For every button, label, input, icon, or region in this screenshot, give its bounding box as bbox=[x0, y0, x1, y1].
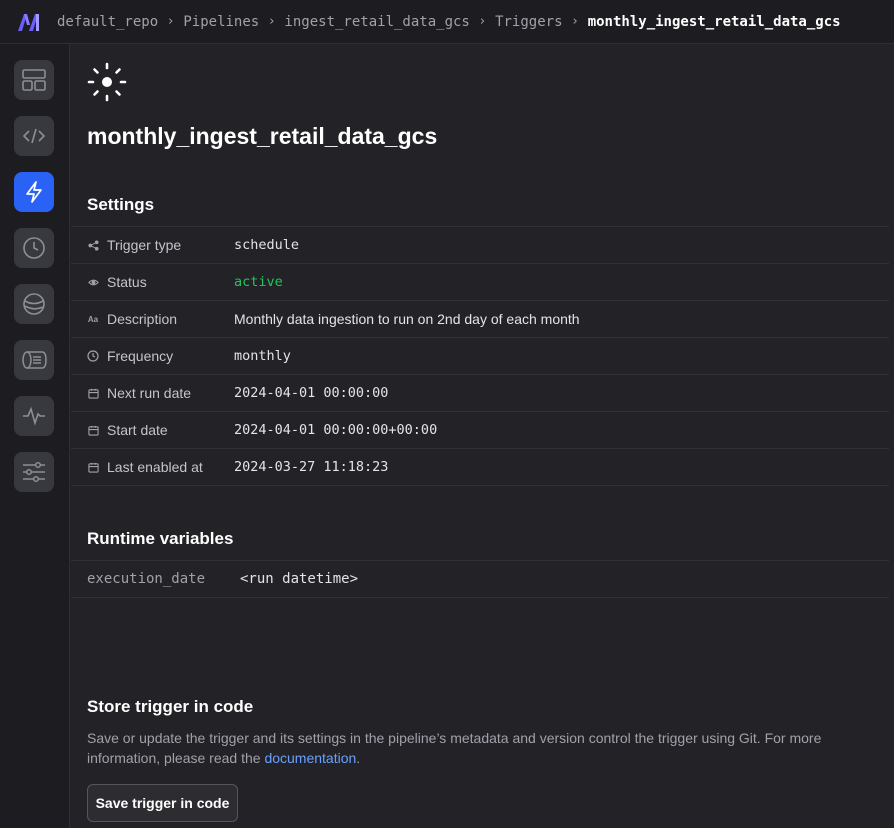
top-bar: default_repo › Pipelines › ingest_retail… bbox=[0, 0, 894, 44]
start-date-value: 2024-04-01 00:00:00+00:00 bbox=[234, 422, 438, 438]
start-date-label: Start date bbox=[107, 422, 168, 438]
status-value: active bbox=[234, 274, 283, 290]
settings-row-status: Status active bbox=[71, 264, 889, 301]
status-label: Status bbox=[107, 274, 147, 290]
settings-heading: Settings bbox=[87, 195, 155, 214]
runtime-variables-heading: Runtime variables bbox=[87, 529, 234, 548]
status-icon bbox=[87, 276, 99, 288]
sidebar-item-triggers[interactable] bbox=[14, 172, 54, 212]
sidebar-item-runs[interactable] bbox=[14, 228, 54, 268]
sidebar-item-backfills[interactable] bbox=[14, 284, 54, 324]
mage-logo-icon[interactable] bbox=[10, 0, 48, 44]
store-trigger-heading: Store trigger in code bbox=[87, 697, 254, 716]
settings-row-frequency: Frequency monthly bbox=[71, 338, 889, 375]
sidebar-item-settings[interactable] bbox=[14, 452, 54, 492]
frequency-label: Frequency bbox=[107, 348, 174, 364]
save-trigger-in-code-button[interactable]: Save trigger in code bbox=[87, 784, 238, 822]
lightning-icon bbox=[26, 181, 42, 203]
clock-icon bbox=[23, 237, 45, 259]
schedule-sun-icon bbox=[87, 62, 127, 102]
text-icon: Aa bbox=[87, 314, 99, 324]
chevron-right-icon: › bbox=[479, 14, 486, 29]
settings-row-start-date: Start date 2024-04-01 00:00:00+00:00 bbox=[71, 412, 889, 449]
breadcrumb-pipelines[interactable]: Pipelines bbox=[183, 14, 259, 30]
runtime-variable-key: execution_date bbox=[87, 571, 206, 587]
settings-row-description: Aa Description Monthly data ingestion to… bbox=[71, 301, 889, 338]
chevron-right-icon: › bbox=[168, 14, 174, 29]
clock-icon bbox=[87, 350, 99, 362]
page-title: monthly_ingest_retail_data_gcs bbox=[87, 123, 438, 149]
sidebar-item-monitor[interactable] bbox=[14, 396, 54, 436]
store-description-text: Save or update the trigger and its setti… bbox=[87, 730, 822, 766]
settings-row-next-run-date: Next run date 2024-04-01 00:00:00 bbox=[71, 375, 889, 412]
documentation-link[interactable]: documentation bbox=[264, 750, 356, 766]
breadcrumb-pipeline[interactable]: ingest_retail_data_gcs bbox=[284, 14, 469, 30]
frequency-value: monthly bbox=[234, 348, 291, 364]
sidebar-item-edit[interactable] bbox=[14, 116, 54, 156]
settings-table: Trigger type schedule Status active Aa D… bbox=[71, 226, 889, 486]
globe-icon bbox=[23, 293, 45, 315]
store-trigger-description: Save or update the trigger and its setti… bbox=[87, 728, 847, 768]
breadcrumb-triggers[interactable]: Triggers bbox=[495, 14, 562, 30]
settings-row-last-enabled-at: Last enabled at 2024-03-27 11:18:23 bbox=[71, 449, 889, 486]
settings-row-trigger-type: Trigger type schedule bbox=[71, 227, 889, 264]
breadcrumb-current-trigger: monthly_ingest_retail_data_gcs bbox=[587, 13, 841, 30]
sidebar-item-logs[interactable] bbox=[14, 340, 54, 380]
breadcrumb-repo[interactable]: default_repo bbox=[57, 14, 158, 30]
chevron-right-icon: › bbox=[572, 14, 578, 29]
pulse-icon bbox=[23, 406, 45, 426]
runtime-variable-value: <run datetime> bbox=[240, 571, 359, 587]
description-label: Description bbox=[107, 311, 178, 327]
sidebar bbox=[0, 44, 70, 828]
chevron-right-icon: › bbox=[269, 14, 275, 29]
trigger-type-value: schedule bbox=[234, 237, 300, 253]
calendar-icon bbox=[87, 424, 99, 436]
breadcrumb: default_repo › Pipelines › ingest_retail… bbox=[57, 14, 841, 30]
runtime-variables-row: execution_date <run datetime> bbox=[71, 560, 889, 598]
next-run-date-value: 2024-04-01 00:00:00 bbox=[234, 385, 389, 401]
last-enabled-at-value: 2024-03-27 11:18:23 bbox=[234, 459, 389, 475]
main-content: monthly_ingest_retail_data_gcs Settings … bbox=[71, 45, 894, 828]
layout-icon bbox=[22, 69, 46, 91]
store-description-end: . bbox=[356, 750, 361, 766]
sliders-icon bbox=[23, 461, 45, 483]
description-value: Monthly data ingestion to run on 2nd day… bbox=[234, 311, 580, 327]
share-icon bbox=[87, 239, 99, 251]
last-enabled-at-label: Last enabled at bbox=[107, 459, 203, 475]
trigger-type-label: Trigger type bbox=[107, 237, 182, 253]
calendar-icon bbox=[87, 387, 99, 399]
next-run-date-label: Next run date bbox=[107, 385, 192, 401]
sidebar-item-overview[interactable] bbox=[14, 60, 54, 100]
code-icon bbox=[22, 128, 46, 144]
calendar-icon bbox=[87, 461, 99, 473]
logs-icon bbox=[22, 351, 47, 369]
